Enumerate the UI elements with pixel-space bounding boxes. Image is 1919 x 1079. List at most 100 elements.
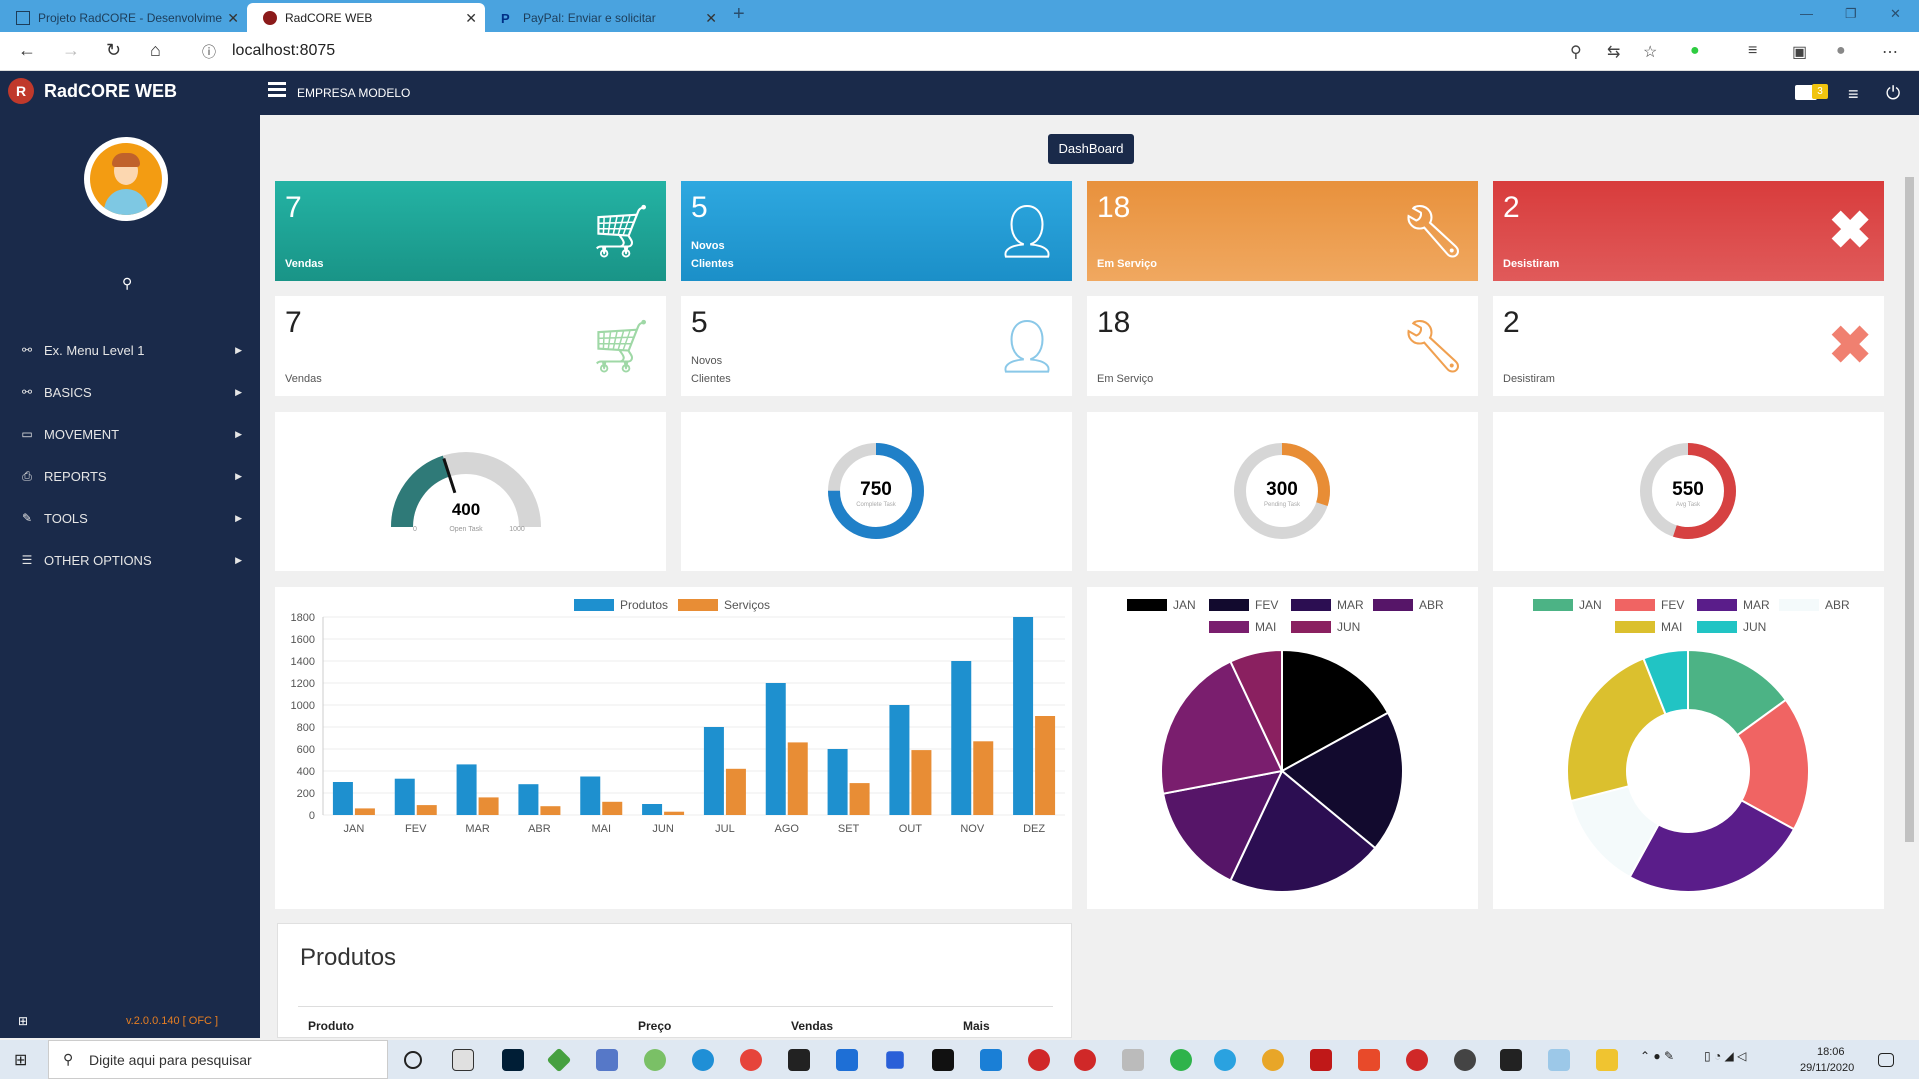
app-icon[interactable] [1262,1049,1284,1071]
bar-produtos[interactable] [580,776,601,816]
close-window-icon[interactable]: ✕ [1890,6,1901,22]
bar-produtos[interactable] [518,784,539,815]
taskbar-search-input[interactable]: Digite aqui para pesquisar [89,1052,252,1068]
legend-label[interactable]: MAI [1255,620,1276,634]
bar-produtos[interactable] [394,778,415,815]
legend-label[interactable]: Produtos [620,598,668,612]
close-tab-icon[interactable]: ✕ [705,10,717,27]
settings-icon[interactable] [1454,1049,1476,1071]
notifications-icon[interactable] [1878,1053,1894,1067]
menu-toggle-icon[interactable] [268,82,286,98]
app-icon[interactable] [1406,1049,1428,1071]
legend-label[interactable]: JUN [1743,620,1766,634]
whatsapp-icon[interactable] [1170,1049,1192,1071]
sidebar-item-basics[interactable]: ⚯ BASICS ▶ [0,377,260,407]
browser-tab[interactable]: Projeto RadCORE - Desenvolvime ✕ [0,3,247,32]
bar-serviços[interactable] [478,797,499,815]
app-icon[interactable] [1548,1049,1570,1071]
app-icon[interactable] [1122,1049,1144,1071]
bar-serviços[interactable] [664,811,685,815]
bar-serviços[interactable] [1035,716,1056,815]
bar-serviços[interactable] [354,808,375,815]
taskbar-search[interactable]: ⚲ Digite aqui para pesquisar [48,1040,388,1079]
terminal-icon[interactable] [1500,1049,1522,1071]
stat-card-novos-clientes[interactable]: 5 Novos Clientes 👤︎ [681,181,1072,281]
info-card-desistiram[interactable]: 2 Desistiram ✖ [1493,296,1884,396]
sidebar-item-other-options[interactable]: ☰ OTHER OPTIONS ▶ [0,545,260,575]
back-icon[interactable]: ← [18,40,36,61]
info-icon[interactable]: ⓘ [202,42,216,62]
bar-produtos[interactable] [765,683,786,815]
info-card-novos-clientes[interactable]: 5 Novos Clientes 👤︎ [681,296,1072,396]
new-tab-button[interactable]: + [733,3,745,26]
collections-icon[interactable]: ▣ [1792,42,1807,62]
stat-card-vendas[interactable]: 7 Vendas 🛒︎ [275,181,666,281]
bar-produtos[interactable] [456,764,477,815]
column-header[interactable]: Produto [308,1019,354,1033]
close-tab-icon[interactable]: ✕ [227,10,239,27]
legend-label[interactable]: ABR [1825,598,1850,612]
bar-produtos[interactable] [889,705,910,815]
app-icon[interactable] [596,1049,618,1071]
expand-icon[interactable]: ⊞ [18,1014,28,1028]
edge-icon[interactable] [692,1049,714,1071]
restore-icon[interactable]: ❐ [1845,6,1857,22]
rad-studio-icon[interactable] [1028,1049,1050,1071]
favorite-star-icon[interactable]: ☆ [1643,42,1657,62]
filezilla-icon[interactable] [1310,1049,1332,1071]
bar-serviços[interactable] [787,742,808,815]
network-volume-icons[interactable]: ▯ ◔ ◢ ◁ [1704,1049,1804,1071]
legend-label[interactable]: MAI [1661,620,1682,634]
clock-time[interactable]: 18:06 [1817,1046,1845,1058]
sidebar-item-tools[interactable]: ✎ TOOLS ▶ [0,503,260,533]
scrollbar-thumb[interactable] [1905,177,1914,842]
info-card-vendas[interactable]: 7 Vendas 🛒︎ [275,296,666,396]
bar-serviços[interactable] [725,768,746,815]
dropbox-icon[interactable] [886,1051,904,1069]
options-menu-icon[interactable]: ≡ [1848,84,1859,105]
sidebar-item-reports[interactable]: ⎙ REPORTS ▶ [0,461,260,491]
devexpress-icon[interactable] [1074,1049,1096,1071]
legend-label[interactable]: Serviços [724,598,770,612]
url-field[interactable]: localhost:8075 [232,42,335,60]
bar-produtos[interactable] [642,804,663,815]
bar-produtos[interactable] [703,727,724,815]
stat-card-em-servico[interactable]: 18 Em Serviço 🔧︎ [1087,181,1478,281]
chrome-icon[interactable] [740,1049,762,1071]
column-header[interactable]: Preço [638,1019,671,1033]
bar-serviços[interactable] [911,750,932,815]
brand[interactable]: R RadCORE WEB [8,78,177,104]
legend-label[interactable]: JAN [1579,598,1602,612]
legend-label[interactable]: FEV [1661,598,1684,612]
power-icon[interactable]: ⏻ [1886,83,1900,104]
legend-label[interactable]: MAR [1337,598,1364,612]
clock-date[interactable]: 29/11/2020 [1800,1062,1854,1074]
close-tab-icon[interactable]: ✕ [465,10,477,27]
slice-mai[interactable] [1566,657,1667,803]
legend-label[interactable]: JUN [1337,620,1360,634]
bar-serviços[interactable] [849,783,870,815]
forward-icon[interactable]: → [62,40,80,61]
bar-serviços[interactable] [416,805,437,815]
more-icon[interactable]: ⋯ [1882,42,1898,62]
telegram-icon[interactable] [1214,1049,1236,1071]
bar-serviços[interactable] [540,806,561,815]
bar-produtos[interactable] [827,749,848,815]
search-icon[interactable]: ⚲ [122,275,132,292]
cortana-icon[interactable] [404,1051,422,1069]
bar-serviços[interactable] [973,741,994,815]
profile-icon[interactable]: ● [1836,42,1846,60]
mail-app-icon[interactable] [836,1049,858,1071]
stat-card-desistiram[interactable]: 2 Desistiram ✖ [1493,181,1884,281]
extension-check-icon[interactable]: ● [1690,42,1700,60]
minimize-icon[interactable]: — [1800,6,1813,21]
legend-label[interactable]: MAR [1743,598,1770,612]
windows-start-icon[interactable]: ⊞ [14,1050,27,1070]
refresh-icon[interactable]: ↻ [106,40,121,61]
dashboard-button[interactable]: DashBoard [1048,134,1134,164]
app-icon[interactable] [1358,1049,1380,1071]
bar-serviços[interactable] [602,801,623,815]
legend-label[interactable]: ABR [1419,598,1444,612]
app-icon[interactable] [932,1049,954,1071]
legend-label[interactable]: FEV [1255,598,1278,612]
